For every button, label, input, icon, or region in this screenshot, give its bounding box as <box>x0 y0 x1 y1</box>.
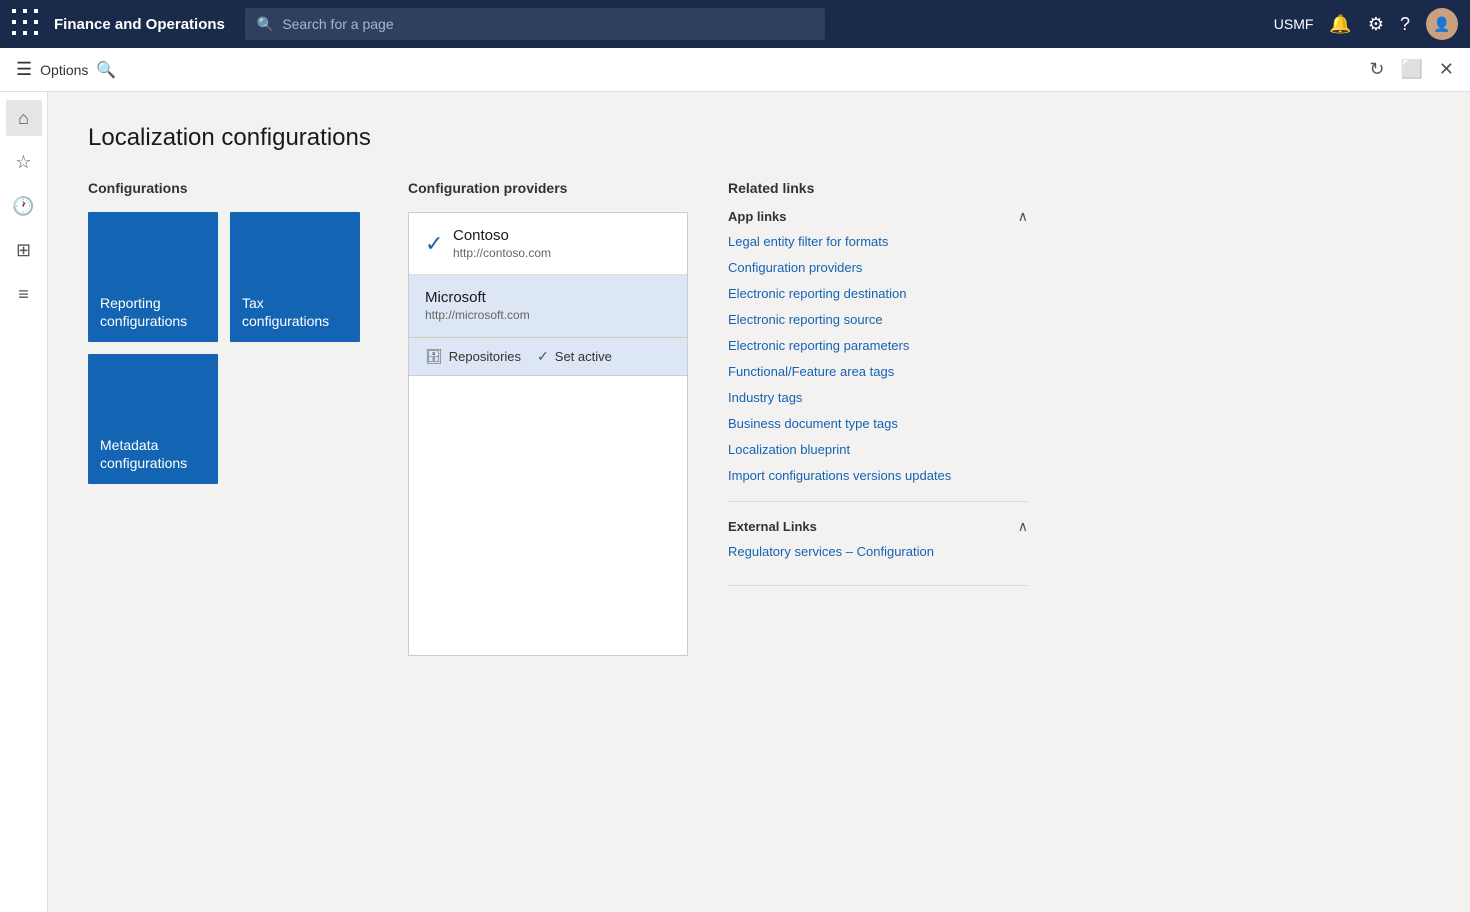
list-item: Regulatory services – Configuration <box>728 543 1028 561</box>
options-search-icon[interactable]: 🔍 <box>96 60 116 80</box>
open-new-button[interactable]: ⬜ <box>1400 59 1422 80</box>
main-content: Localization configurations Configuratio… <box>48 92 1470 912</box>
set-active-label: Set active <box>555 349 612 364</box>
link-functional-feature-tags[interactable]: Functional/Feature area tags <box>728 364 894 379</box>
provider-url-contoso: http://contoso.com <box>453 246 671 260</box>
set-active-check-icon: ✓ <box>537 348 549 365</box>
app-links-collapse-icon[interactable]: ∧ <box>1018 208 1028 225</box>
list-item: Electronic reporting parameters <box>728 337 1028 355</box>
external-links-header: External Links ∧ <box>728 518 1028 535</box>
external-links-collapse-icon[interactable]: ∧ <box>1018 518 1028 535</box>
tile-metadata[interactable]: Metadata configurations <box>88 354 218 484</box>
related-links-section: Related links App links ∧ Legal entity f… <box>728 180 1028 656</box>
repositories-label: Repositories <box>449 349 521 364</box>
user-avatar[interactable]: 👤 <box>1426 8 1458 40</box>
external-links-list: Regulatory services – Configuration <box>728 543 1028 561</box>
link-industry-tags[interactable]: Industry tags <box>728 390 802 405</box>
hamburger-menu-icon[interactable]: ☰ <box>16 59 32 80</box>
usmf-label: USMF <box>1274 16 1314 32</box>
list-item: Business document type tags <box>728 415 1028 433</box>
set-active-button[interactable]: ✓ Set active <box>537 348 612 365</box>
provider-item-microsoft[interactable]: Microsoft http://microsoft.com <box>409 275 687 337</box>
provider-url-microsoft: http://microsoft.com <box>425 308 671 322</box>
provider-active-check-icon: ✓ <box>425 231 443 257</box>
related-links-title: Related links <box>728 180 1028 196</box>
link-legal-entity-filter[interactable]: Legal entity filter for formats <box>728 234 888 249</box>
options-bar: ☰ Options 🔍 ↻ ⬜ ✕ <box>0 48 1470 92</box>
config-tiles: Reporting configurations Tax configurati… <box>88 212 368 484</box>
search-bar[interactable]: 🔍 <box>245 8 825 40</box>
tile-reporting[interactable]: Reporting configurations <box>88 212 218 342</box>
sidebar-favorites-icon[interactable]: ☆ <box>6 144 42 180</box>
list-item: Legal entity filter for formats <box>728 233 1028 251</box>
close-button[interactable]: ✕ <box>1439 59 1454 80</box>
provider-name-contoso: Contoso <box>453 227 671 244</box>
link-er-destination[interactable]: Electronic reporting destination <box>728 286 907 301</box>
refresh-button[interactable]: ↻ <box>1369 59 1384 80</box>
app-links-header: App links ∧ <box>728 208 1028 225</box>
bottom-divider <box>728 585 1028 586</box>
section-divider <box>728 501 1028 502</box>
list-item: Localization blueprint <box>728 441 1028 459</box>
provider-empty-area <box>408 376 688 656</box>
link-localization-blueprint[interactable]: Localization blueprint <box>728 442 850 457</box>
help-icon[interactable]: ? <box>1400 14 1410 35</box>
app-title: Finance and Operations <box>54 16 225 33</box>
page-title: Localization configurations <box>88 124 1430 152</box>
provider-list: ✓ Contoso http://contoso.com Microsoft h… <box>408 212 688 376</box>
search-icon: 🔍 <box>257 16 274 33</box>
config-providers-section: Configuration providers ✓ Contoso http:/… <box>408 180 688 656</box>
list-item: Import configurations versions updates <box>728 467 1028 485</box>
app-grid-icon[interactable] <box>12 9 42 39</box>
top-navigation: Finance and Operations 🔍 USMF 🔔 ⚙ ? 👤 <box>0 0 1470 48</box>
sidebar-workspaces-icon[interactable]: ⊞ <box>6 232 42 268</box>
link-import-config-updates[interactable]: Import configurations versions updates <box>728 468 951 483</box>
content-columns: Configurations Reporting configurations … <box>88 180 1430 656</box>
top-nav-right: USMF 🔔 ⚙ ? 👤 <box>1274 8 1458 40</box>
search-input[interactable] <box>282 16 813 32</box>
list-item: Configuration providers <box>728 259 1028 277</box>
sidebar-home-icon[interactable]: ⌂ <box>6 100 42 136</box>
configurations-label: Configurations <box>88 180 368 196</box>
options-label: Options <box>40 62 88 78</box>
external-links-label: External Links <box>728 519 817 534</box>
options-bar-actions: ↻ ⬜ ✕ <box>1369 59 1454 80</box>
settings-icon[interactable]: ⚙ <box>1368 14 1384 35</box>
provider-actions-row: 🗄 Repositories ✓ Set active <box>409 337 687 375</box>
link-business-doc-tags[interactable]: Business document type tags <box>728 416 898 431</box>
list-item: Electronic reporting source <box>728 311 1028 329</box>
repositories-button[interactable]: 🗄 Repositories <box>425 348 521 365</box>
provider-item-contoso[interactable]: ✓ Contoso http://contoso.com <box>409 213 687 275</box>
sidebar-recent-icon[interactable]: 🕐 <box>6 188 42 224</box>
link-er-parameters[interactable]: Electronic reporting parameters <box>728 338 909 353</box>
main-layout: ⌂ ☆ 🕐 ⊞ ≡ Localization configurations Co… <box>0 92 1470 912</box>
link-config-providers[interactable]: Configuration providers <box>728 260 862 275</box>
tile-tax[interactable]: Tax configurations <box>230 212 360 342</box>
list-item: Functional/Feature area tags <box>728 363 1028 381</box>
link-er-source[interactable]: Electronic reporting source <box>728 312 883 327</box>
notification-icon[interactable]: 🔔 <box>1329 14 1351 35</box>
sidebar-modules-icon[interactable]: ≡ <box>6 276 42 312</box>
repositories-icon: 🗄 <box>425 348 443 365</box>
list-item: Industry tags <box>728 389 1028 407</box>
app-links-label: App links <box>728 209 787 224</box>
config-providers-label: Configuration providers <box>408 180 688 196</box>
configurations-section: Configurations Reporting configurations … <box>88 180 368 656</box>
link-regulatory-services[interactable]: Regulatory services – Configuration <box>728 544 934 559</box>
provider-name-microsoft: Microsoft <box>425 289 671 306</box>
app-links-list: Legal entity filter for formats Configur… <box>728 233 1028 485</box>
sidebar: ⌂ ☆ 🕐 ⊞ ≡ <box>0 92 48 912</box>
list-item: Electronic reporting destination <box>728 285 1028 303</box>
